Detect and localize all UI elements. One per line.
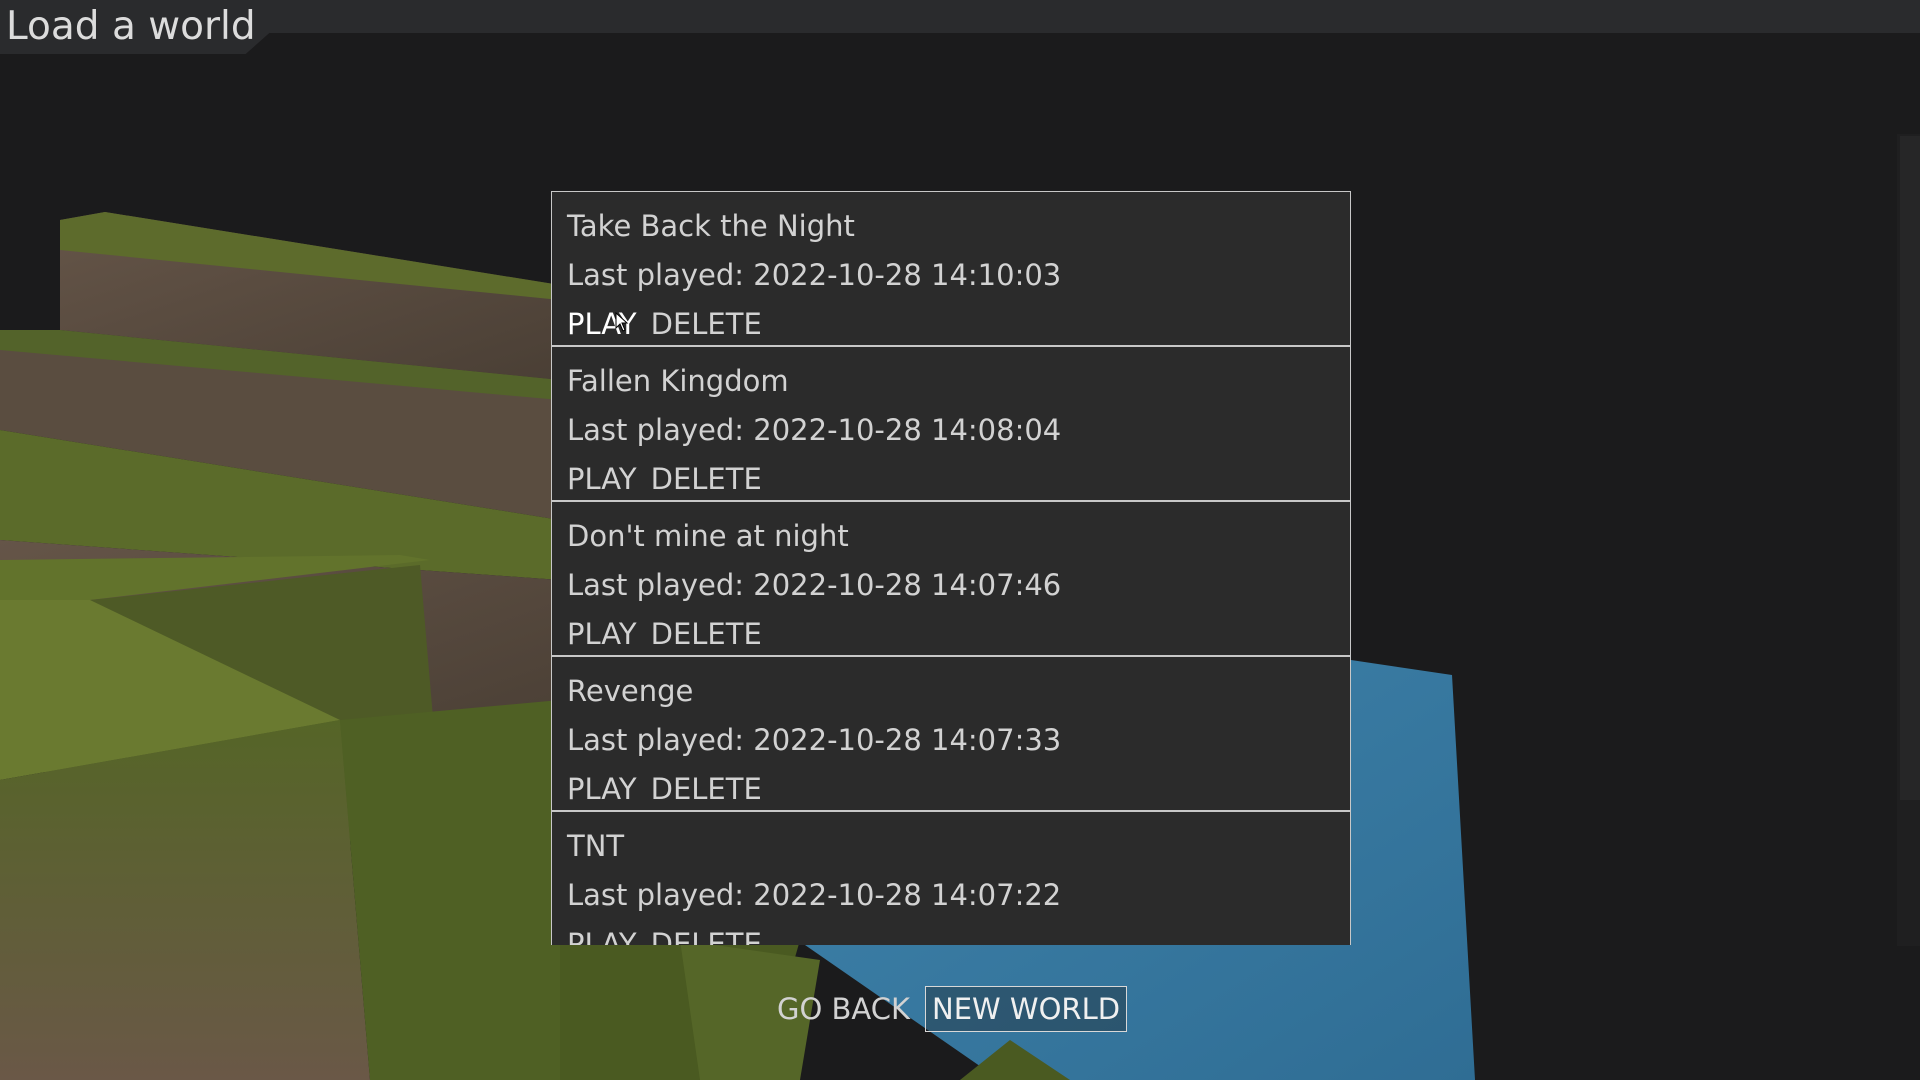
world-last-played: Last played: 2022-10-28 14:08:04 xyxy=(567,413,1062,447)
world-actions: PLAY DELETE xyxy=(567,920,1335,945)
top-bar xyxy=(0,0,1920,33)
delete-button[interactable]: DELETE xyxy=(651,455,762,504)
world-last-played: Last played: 2022-10-28 14:07:22 xyxy=(567,878,1062,912)
world-item: Don't mine at night Last played: 2022-10… xyxy=(551,501,1351,656)
world-last-played: Last played: 2022-10-28 14:07:46 xyxy=(567,568,1062,602)
world-name: Don't mine at night xyxy=(567,519,849,553)
world-actions: PLAY DELETE xyxy=(567,610,1335,659)
delete-button[interactable]: DELETE xyxy=(651,300,762,349)
delete-button[interactable]: DELETE xyxy=(651,920,762,945)
world-actions: PLAY DELETE xyxy=(567,765,1335,814)
world-item: Take Back the Night Last played: 2022-10… xyxy=(551,191,1351,346)
scrollbar-thumb[interactable] xyxy=(1900,136,1920,800)
play-button[interactable]: PLAY xyxy=(567,610,637,659)
world-item: Fallen Kingdom Last played: 2022-10-28 1… xyxy=(551,346,1351,501)
world-actions: PLAY DELETE xyxy=(567,455,1335,504)
go-back-button[interactable]: GO BACK xyxy=(770,986,917,1032)
mouse-cursor-icon xyxy=(615,312,629,332)
play-button[interactable]: PLAY xyxy=(567,920,637,945)
new-world-button[interactable]: NEW WORLD xyxy=(925,986,1128,1032)
world-last-played: Last played: 2022-10-28 14:07:33 xyxy=(567,723,1062,757)
page-title: Load a world xyxy=(6,4,256,49)
world-name: Fallen Kingdom xyxy=(567,364,789,398)
world-name: Take Back the Night xyxy=(567,209,855,243)
world-name: Revenge xyxy=(567,674,694,708)
world-item: Revenge Last played: 2022-10-28 14:07:33… xyxy=(551,656,1351,811)
bottom-button-bar: GO BACK NEW WORLD xyxy=(770,985,1128,1033)
world-item: TNT Last played: 2022-10-28 14:07:22 PLA… xyxy=(551,811,1351,945)
play-button[interactable]: PLAY xyxy=(567,765,637,814)
world-actions: PLAY DELETE xyxy=(567,300,1335,349)
world-list[interactable]: Take Back the Night Last played: 2022-10… xyxy=(551,191,1351,945)
world-last-played: Last played: 2022-10-28 14:10:03 xyxy=(567,258,1062,292)
world-name: TNT xyxy=(567,829,625,863)
delete-button[interactable]: DELETE xyxy=(651,765,762,814)
play-button[interactable]: PLAY xyxy=(567,455,637,504)
delete-button[interactable]: DELETE xyxy=(651,610,762,659)
